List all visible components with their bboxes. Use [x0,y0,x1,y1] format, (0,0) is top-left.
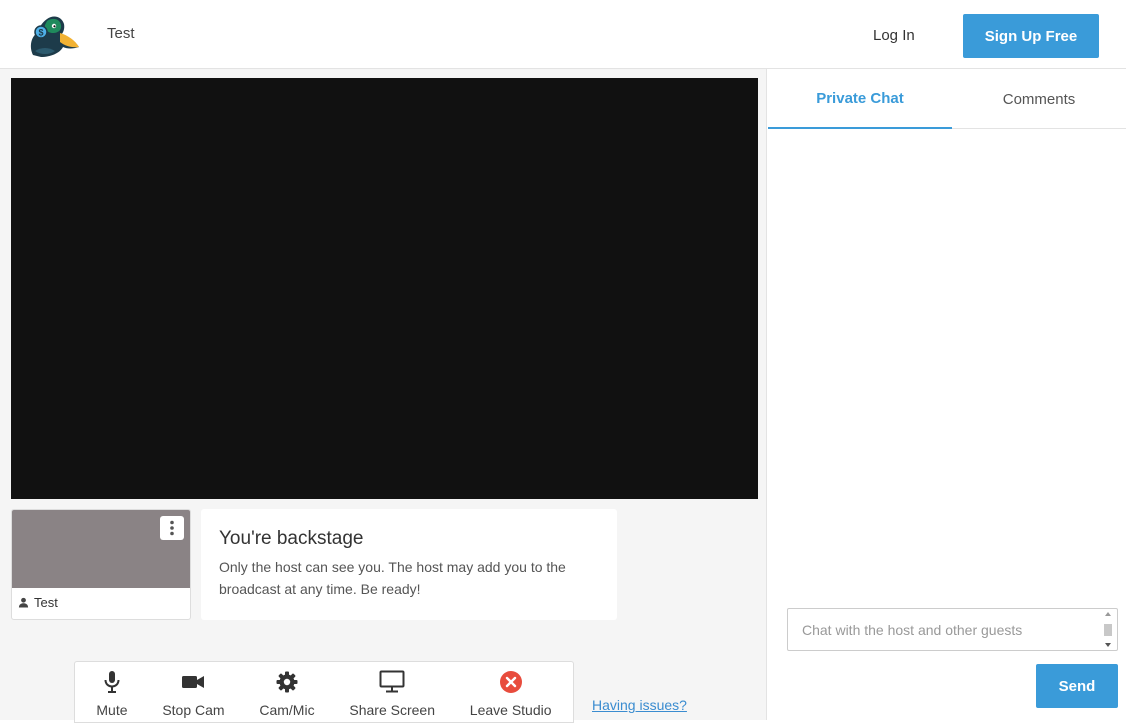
studio-main: Test You're backstage Only the host can … [0,69,767,723]
person-icon [18,597,29,608]
top-header: $ Test Log In Sign Up Free [0,0,1126,69]
leave-studio-button[interactable]: Leave Studio [470,670,552,718]
chat-sidebar: Private Chat Comments Send [768,69,1126,720]
signup-button[interactable]: Sign Up Free [963,14,1099,58]
self-name: Test [34,595,58,610]
backstage-notice: You're backstage Only the host can see y… [201,509,617,620]
stop-cam-button[interactable]: Stop Cam [162,670,225,718]
mute-button[interactable]: Mute [96,670,128,718]
login-link[interactable]: Log In [873,27,915,44]
microphone-icon [99,670,125,694]
gear-icon [274,670,300,694]
duck-logo-icon[interactable]: $ [27,11,81,57]
self-name-label: Test [18,595,58,610]
backstage-title: You're backstage [219,528,364,549]
stop-cam-label: Stop Cam [162,702,225,718]
cam-mic-label: Cam/Mic [259,702,315,718]
broadcast-video [11,78,758,499]
svg-text:$: $ [38,28,43,38]
tab-comments[interactable]: Comments [952,69,1126,129]
studio-toolbar: Mute Stop Cam Cam/Mic Share Screen Leave… [74,661,574,723]
monitor-icon [379,670,405,694]
share-screen-button[interactable]: Share Screen [349,670,435,718]
leave-studio-label: Leave Studio [469,702,552,718]
having-issues-link[interactable]: Having issues? [592,697,687,713]
share-screen-label: Share Screen [349,702,435,718]
close-circle-icon [498,670,524,694]
self-video-tile: Test [11,509,191,620]
studio-title: Test [107,25,135,42]
scroll-thumb[interactable] [1104,623,1112,636]
backstage-message: Only the host can see you. The host may … [219,559,566,597]
chat-tabs: Private Chat Comments [768,69,1126,129]
scroll-up-icon[interactable] [1104,611,1112,617]
send-button[interactable]: Send [1036,664,1118,708]
camera-icon [180,670,206,694]
chat-input[interactable] [787,608,1118,651]
cam-mic-settings-button[interactable]: Cam/Mic [259,670,315,718]
chat-input-scrollbar[interactable] [1102,611,1114,648]
scroll-down-icon[interactable] [1104,642,1112,648]
more-vertical-icon[interactable] [160,516,184,540]
mute-label: Mute [96,702,128,718]
tab-private-chat[interactable]: Private Chat [768,69,952,129]
